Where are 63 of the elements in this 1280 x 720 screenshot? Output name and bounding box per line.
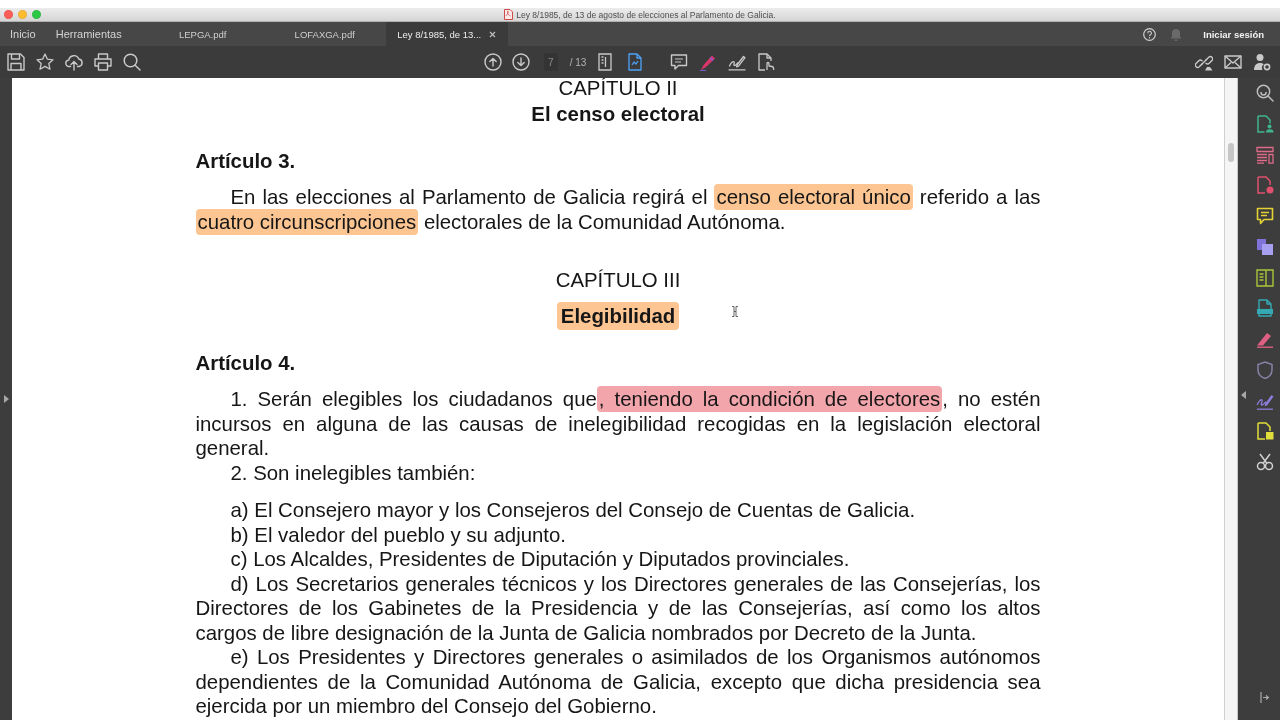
section-title: Elegibilidad xyxy=(556,301,680,331)
split-page-icon[interactable] xyxy=(1256,268,1274,287)
article-heading: Artículo 4. xyxy=(195,351,296,376)
comment-icon[interactable] xyxy=(1256,207,1274,225)
article-heading: Artículo 3. xyxy=(195,149,296,174)
list-item: a) El Consejero mayor y los Consejeros del Consejo de Cuentas de Galicia. xyxy=(229,498,917,523)
chapter-heading: CAPÍTULO II xyxy=(558,78,678,98)
page-number-field[interactable]: 7 xyxy=(543,53,558,71)
link-pen-icon[interactable] xyxy=(1195,53,1213,71)
list-item: d) Los Secretarios generales técnicos y los Directores generales de las Consejerías, los Directores de los Gabinetes de la Presidencia y de las Consejerías, así como los altos cargos de libre designación de la Junta de Galicia nombrados por Decreto de la Junta. xyxy=(195,571,1041,646)
close-icon[interactable] xyxy=(489,30,497,38)
list-item: e) Los Presidentes y Directores generales o asimilados de los Organismos autónomos dependientes de la Comunidad Autónoma de Galicia, excepto que dicha presidencia sea ejercida por un miembro del Consejo del Gobierno. xyxy=(195,645,1041,719)
window-title: Ley 8/1985, de 13 de agosto de elecciones al Parlamento de Galicia. xyxy=(516,9,776,20)
document-pointer-icon[interactable] xyxy=(757,53,776,71)
mail-icon[interactable] xyxy=(1224,53,1242,71)
pen-page-icon[interactable] xyxy=(1256,330,1274,348)
signature-pen-icon[interactable] xyxy=(728,53,747,71)
star-icon[interactable] xyxy=(36,53,54,71)
chapter-heading: CAPÍTULO III xyxy=(555,267,681,293)
print-icon[interactable] xyxy=(94,53,112,71)
list-item: b) El valedor del pueblo y su adjunto. xyxy=(229,522,568,548)
scissors-icon[interactable] xyxy=(1256,453,1274,471)
document-person-icon[interactable] xyxy=(1256,114,1274,133)
save-icon[interactable] xyxy=(7,53,25,71)
text-highlight: cuatro circunscripciones xyxy=(195,208,419,235)
comment-icon[interactable] xyxy=(670,53,689,71)
document-tab[interactable]: Ley 8/1985, de 13... xyxy=(385,22,508,46)
list-item: c) Los Alcaldes, Presidentes de Diputación y Diputados provinciales. xyxy=(229,547,851,572)
text-highlight: , teniendo la condición de electores xyxy=(596,386,943,413)
paragraph-text: 1. Serán elegibles los ciudadanos que, teniendo la condición de electores, no estén incursos en alguna de las causas de inelegibilidad recogidas en la legislación electoral general. xyxy=(195,387,1041,461)
nav-tab[interactable]: Herramientas xyxy=(45,22,132,46)
pdf-file-icon xyxy=(504,9,514,20)
close-window-icon[interactable] xyxy=(4,10,13,19)
zoom-icon[interactable] xyxy=(1256,84,1274,102)
paragraph-text: 2. Son inelegibles también: xyxy=(229,460,477,486)
document-tab[interactable]: LOFAXGA.pdf xyxy=(263,22,386,46)
triangle-left-icon[interactable] xyxy=(1241,391,1246,399)
triangle-right-icon[interactable] xyxy=(3,395,9,403)
text-cursor-icon xyxy=(731,306,739,317)
help-icon[interactable] xyxy=(1143,27,1157,41)
search-icon[interactable] xyxy=(123,53,141,71)
paragraph-text: En las elecciones al Parlamento de Galicia regirá el censo electoral único referido a las cuatro circunscripciones electorales de la Comunidad Autónoma. xyxy=(195,185,1041,235)
document-badge-icon[interactable] xyxy=(1256,176,1274,195)
collapse-panel-icon[interactable] xyxy=(1260,691,1270,703)
section-title: El censo electoral xyxy=(530,101,706,127)
document-tab[interactable]: LEPGA.pdf xyxy=(141,22,264,46)
nav-tab[interactable]: Inicio xyxy=(0,22,46,46)
page-icon[interactable] xyxy=(626,53,645,71)
highlighter-icon[interactable] xyxy=(699,53,718,71)
cloud-upload-icon[interactable] xyxy=(65,53,83,71)
list-layout-icon[interactable] xyxy=(1256,145,1274,164)
sign-in-link[interactable]: Iniciar sesión xyxy=(1203,28,1264,40)
arrow-up-circle-icon[interactable] xyxy=(483,53,502,71)
shield-icon[interactable] xyxy=(1256,360,1274,379)
page-count: / 13 xyxy=(569,56,587,68)
user-settings-icon[interactable] xyxy=(1253,53,1271,71)
stacked-pages-icon[interactable] xyxy=(1256,237,1274,256)
page-columns-icon[interactable] xyxy=(596,53,615,71)
text-highlight: censo electoral único xyxy=(714,184,913,211)
scrollbar-thumb[interactable] xyxy=(1228,143,1234,162)
document-tag-icon[interactable] xyxy=(1256,422,1274,441)
document-icon[interactable] xyxy=(1256,299,1274,318)
arrow-down-circle-icon[interactable] xyxy=(511,53,530,71)
